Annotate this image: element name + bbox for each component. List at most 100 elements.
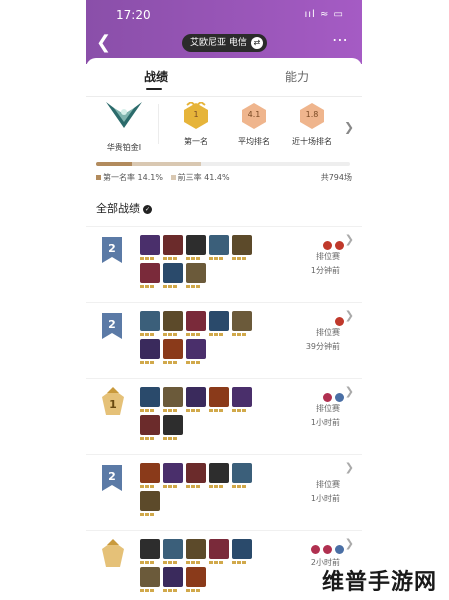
platinum-rank-icon [106, 102, 142, 128]
rank-summary[interactable]: 华贵铂金I 1 第一名 4.1 平均排名 1.8 近十场排名 ❯ [86, 98, 362, 158]
section-title[interactable]: 全部战绩 ✓ [96, 200, 152, 216]
hero-stars [140, 409, 160, 412]
divider [158, 104, 159, 144]
hero-portrait [186, 567, 206, 587]
stat-first: 1 第一名 [176, 100, 216, 147]
match-mode: 排位赛 [316, 328, 340, 337]
hero-stars [140, 513, 160, 516]
hero-portrait [186, 463, 206, 483]
augment-icon [323, 545, 332, 554]
hero-stars [186, 333, 206, 336]
first-rate-label: 第一名率 14.1% [103, 173, 163, 182]
match-row[interactable]: 2 ❯ 排位赛 1小时前 [86, 454, 362, 531]
hero-stars [186, 589, 206, 592]
hero-portrait [232, 387, 252, 407]
augment-icon [311, 545, 320, 554]
match-row[interactable]: 2 ❯ 排位赛 39分钟前 [86, 302, 362, 379]
hero-stars [163, 589, 183, 592]
match-mode: 排位赛 [316, 252, 340, 261]
status-time: 17:20 [116, 8, 151, 22]
hero-portrait [232, 539, 252, 559]
chevron-right-icon[interactable]: ❯ [345, 461, 354, 474]
hero-portrait [140, 539, 160, 559]
hero-portrait [163, 567, 183, 587]
match-row[interactable]: 1 ❯ 排位赛 1小时前 [86, 378, 362, 455]
hero-stars [140, 589, 160, 592]
hero-stars [232, 409, 252, 412]
hero-stars [163, 437, 183, 440]
match-time: 39分钟前 [305, 342, 340, 351]
hero-stars [186, 285, 206, 288]
hero-portrait [163, 415, 183, 435]
stat-recent: 1.8 近十场排名 [292, 102, 332, 147]
more-icon[interactable]: ⋯ [332, 30, 348, 49]
hero-stars [186, 361, 206, 364]
rank-block: 华贵铂金I [96, 98, 152, 153]
hero-portrait [186, 539, 206, 559]
hero-portrait [209, 235, 229, 255]
hero-stars [209, 485, 229, 488]
server-selector[interactable]: 艾欧尼亚 电信 ⇄ [182, 34, 267, 52]
augment-icons [308, 539, 344, 558]
hero-stars [209, 409, 229, 412]
hero-portrait [140, 567, 160, 587]
stat-average: 4.1 平均排名 [234, 102, 274, 147]
legend-swatch [170, 175, 176, 180]
hero-portrait [140, 263, 160, 283]
match-mode: 排位赛 [316, 404, 340, 413]
match-time: 1分钟前 [310, 266, 340, 275]
hexagon-icon: 1.8 [299, 102, 325, 130]
check-icon: ✓ [143, 204, 152, 214]
hero-stars [140, 561, 160, 564]
tab-ability[interactable]: 能力 [285, 68, 309, 85]
rank-legend: 第一名率 14.1% 前三率 41.4% 共794场 [96, 172, 352, 183]
server-label: 艾欧尼亚 电信 [190, 38, 247, 48]
hero-portrait [209, 387, 229, 407]
chevron-right-icon[interactable]: ❯ [345, 385, 354, 398]
hero-portrait [209, 311, 229, 331]
hero-portrait [186, 387, 206, 407]
chevron-right-icon[interactable]: ❯ [344, 120, 354, 134]
rank-distribution-bar [96, 162, 350, 166]
total-games: 共794场 [320, 173, 352, 182]
gold-medal-icon: 1 [183, 100, 209, 130]
chevron-left-icon[interactable]: ❮ [96, 32, 111, 53]
rank-name: 华贵铂金I [106, 143, 142, 152]
tab-record[interactable]: 战绩 [144, 68, 168, 85]
status-icons: ııl ≈ ▭ [304, 9, 344, 20]
match-row[interactable]: ❯ 2小时前 [86, 530, 362, 600]
first-rate-fill [96, 162, 132, 166]
hero-portrait [186, 235, 206, 255]
hero-portrait [209, 463, 229, 483]
hero-stars [209, 561, 229, 564]
hero-stars [232, 257, 252, 260]
watermark-text: 维普手游网 [322, 570, 438, 595]
hero-stars [186, 485, 206, 488]
hero-stars [140, 361, 160, 364]
hero-portrait [163, 263, 183, 283]
app-header: 17:20 ııl ≈ ▭ ❮ 艾欧尼亚 电信 ⇄ ⋯ [86, 0, 362, 64]
hero-portrait [140, 463, 160, 483]
hero-stars [232, 561, 252, 564]
stat-label: 平均排名 [238, 137, 270, 146]
placement-number: 2 [108, 318, 116, 331]
chevron-right-icon[interactable]: ❯ [345, 233, 354, 246]
augment-icon [323, 393, 332, 402]
hero-stars [140, 333, 160, 336]
legend-swatch [96, 175, 101, 180]
hero-portrait [140, 311, 160, 331]
match-row[interactable]: 2 ❯ 排位赛 1分钟前 [86, 226, 362, 303]
match-time: 1小时前 [310, 418, 340, 427]
hero-stars [163, 409, 183, 412]
hero-stars [232, 485, 252, 488]
augment-icon [323, 241, 332, 250]
hero-stars [140, 485, 160, 488]
hero-stars [163, 285, 183, 288]
chevron-right-icon[interactable]: ❯ [345, 309, 354, 322]
hero-stars [163, 561, 183, 564]
hero-stars [163, 485, 183, 488]
chevron-right-icon[interactable]: ❯ [345, 537, 354, 550]
hero-stars [209, 333, 229, 336]
hero-portrait [232, 235, 252, 255]
hero-stars [163, 333, 183, 336]
